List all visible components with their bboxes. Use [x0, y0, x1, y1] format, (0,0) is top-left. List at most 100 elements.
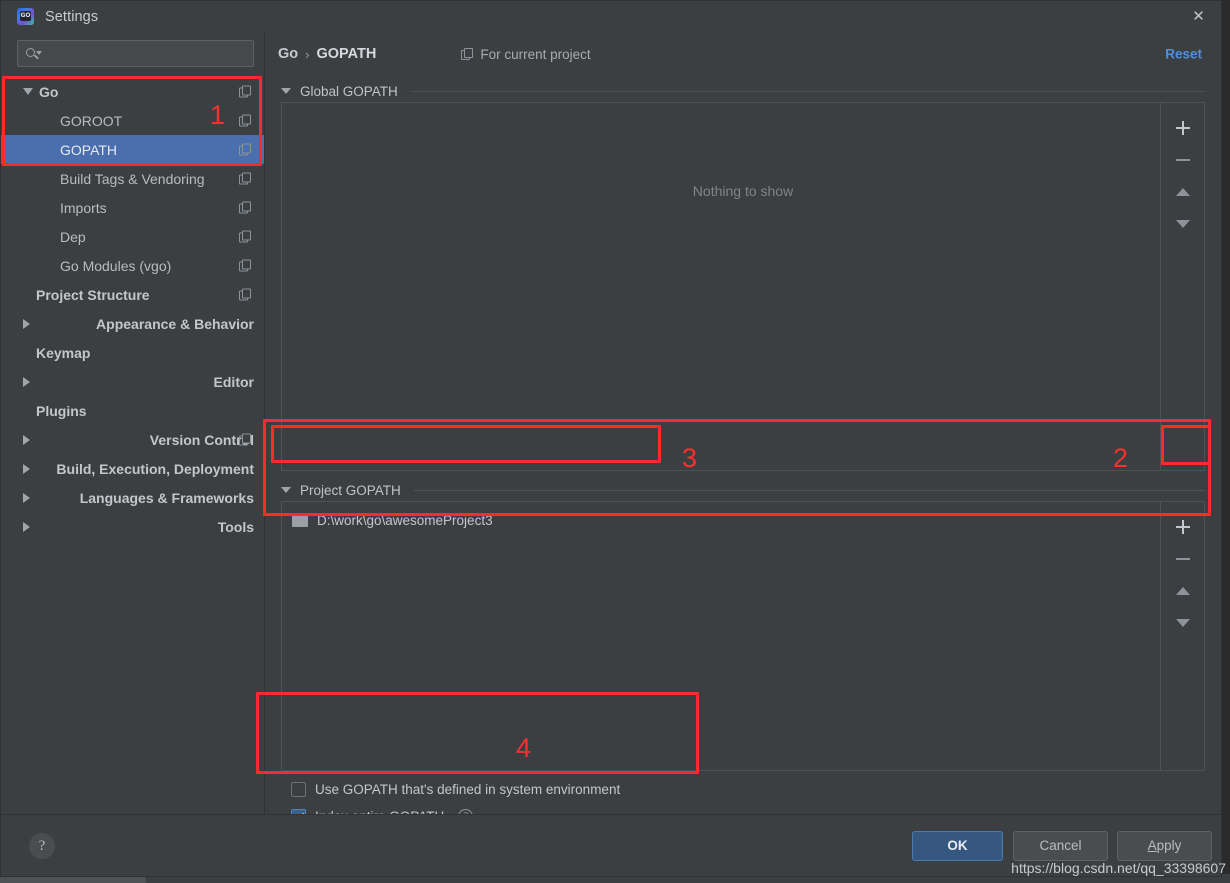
sidebar-item-editor[interactable]: Editor	[1, 367, 264, 396]
copy-icon[interactable]	[239, 143, 252, 156]
sidebar-item-imports[interactable]: Imports	[1, 193, 264, 222]
chevron-down-icon[interactable]	[23, 88, 33, 95]
goland-icon: GO	[17, 8, 34, 25]
sidebar-item-label: Keymap	[36, 344, 91, 361]
chevron-down-icon[interactable]	[281, 487, 291, 493]
sidebar-item-languages-frameworks[interactable]: Languages & Frameworks	[1, 483, 264, 512]
sidebar-item-label: Plugins	[36, 402, 87, 419]
chevron-right-icon[interactable]	[23, 521, 212, 532]
chevron-right-icon[interactable]	[23, 318, 91, 329]
scope-label: For current project	[480, 46, 591, 62]
add-button[interactable]	[1168, 112, 1198, 144]
chevron-right-icon[interactable]	[23, 492, 74, 503]
breadcrumb: Go › GOPATH For current project Reset	[265, 32, 1221, 76]
project-gopath-toolbar	[1160, 502, 1204, 770]
project-gopath-list[interactable]: D:\work\go\awesomeProject3	[281, 501, 1205, 771]
minus-icon	[1175, 557, 1190, 561]
sidebar-item-appearance-behavior[interactable]: Appearance & Behavior	[1, 309, 264, 338]
sidebar-item-keymap[interactable]: Keymap	[1, 338, 264, 367]
watermark: https://blog.csdn.net/qq_33398607	[1011, 860, 1226, 876]
dialog-titlebar: GO Settings ✕	[1, 1, 1221, 32]
settings-content: Go › GOPATH For current project Reset Gl…	[265, 32, 1221, 873]
gopath-entry-path: D:\work\go\awesomeProject3	[317, 512, 493, 528]
breadcrumb-separator: ›	[305, 46, 310, 62]
sidebar-item-label: GOPATH	[60, 141, 118, 158]
copy-icon[interactable]	[239, 433, 252, 446]
sidebar-item-label: Project Structure	[36, 286, 150, 303]
chevron-down-icon[interactable]	[281, 88, 291, 94]
copy-icon[interactable]	[239, 230, 252, 243]
move-down-button[interactable]	[1168, 208, 1198, 240]
ok-button[interactable]: OK	[912, 830, 1003, 861]
sidebar-item-plugins[interactable]: Plugins	[1, 396, 264, 425]
scope-indicator: For current project	[461, 46, 591, 62]
breadcrumb-current: GOPATH	[316, 46, 377, 62]
copy-icon[interactable]	[239, 201, 252, 214]
search-icon	[24, 46, 42, 62]
sidebar-item-go-modules-vgo[interactable]: Go Modules (vgo)	[1, 251, 264, 280]
sidebar-item-build-execution-deployment[interactable]: Build, Execution, Deployment	[1, 454, 264, 483]
sidebar-item-label: Appearance & Behavior	[96, 315, 254, 332]
list-item[interactable]: D:\work\go\awesomeProject3	[282, 507, 1204, 533]
chevron-right-icon[interactable]	[23, 463, 51, 474]
settings-sidebar: Go GOROOT GOPATH Build Tags & Vendoring Impo…	[1, 32, 265, 814]
copy-icon	[461, 47, 474, 61]
chevron-right-icon[interactable]	[23, 434, 144, 445]
cancel-button[interactable]: Cancel	[1013, 830, 1108, 861]
plus-icon	[1175, 121, 1190, 135]
sidebar-item-label: Go	[39, 83, 59, 100]
sidebar-item-label: Editor	[213, 373, 254, 390]
project-gopath-header[interactable]: Project GOPATH	[281, 479, 1205, 501]
sidebar-item-version-control[interactable]: Version Control	[1, 425, 264, 454]
annotation-number-4: 4	[516, 733, 532, 763]
sidebar-item-project-structure[interactable]: Project Structure	[1, 280, 264, 309]
sidebar-item-label: Tools	[217, 518, 254, 535]
add-button[interactable]	[1168, 511, 1198, 543]
chevron-right-icon[interactable]	[23, 376, 208, 387]
close-icon[interactable]: ✕	[1176, 1, 1221, 32]
reset-link[interactable]: Reset	[1165, 47, 1202, 62]
use-system-gopath-checkbox[interactable]	[291, 782, 306, 797]
sidebar-item-gopath[interactable]: GOPATH	[1, 135, 264, 164]
minus-icon	[1175, 158, 1190, 162]
arrow-up-icon	[1175, 587, 1190, 595]
search-box[interactable]	[17, 40, 254, 67]
divider	[413, 489, 1205, 491]
use-system-gopath-row[interactable]: Use GOPATH that's defined in system envi…	[291, 776, 620, 803]
divider	[410, 90, 1205, 92]
global-gopath-title: Global GOPATH	[300, 83, 398, 99]
apply-button[interactable]: Apply	[1117, 830, 1212, 861]
remove-button[interactable]	[1168, 543, 1198, 575]
global-gopath-list[interactable]: Nothing to show	[281, 102, 1205, 471]
copy-icon[interactable]	[239, 288, 252, 301]
remove-button[interactable]	[1168, 144, 1198, 176]
copy-icon[interactable]	[239, 259, 252, 272]
dialog-body: Go GOROOT GOPATH Build Tags & Vendoring Impo…	[1, 32, 1221, 873]
global-gopath-header[interactable]: Global GOPATH	[281, 80, 1205, 102]
search-input[interactable]	[42, 46, 247, 61]
sidebar-item-build-tags-vendoring[interactable]: Build Tags & Vendoring	[1, 164, 264, 193]
sidebar-item-tools[interactable]: Tools	[1, 512, 264, 541]
dialog-title: Settings	[45, 8, 99, 25]
help-button[interactable]: ?	[29, 832, 55, 859]
copy-icon[interactable]	[239, 114, 252, 127]
arrow-up-icon	[1175, 188, 1190, 196]
arrow-down-icon	[1175, 220, 1190, 228]
sidebar-item-label: Build Tags & Vendoring	[60, 170, 205, 187]
copy-icon[interactable]	[239, 85, 252, 98]
breadcrumb-root[interactable]: Go	[278, 46, 298, 62]
project-gopath-title: Project GOPATH	[300, 482, 401, 498]
folder-icon	[292, 513, 308, 527]
global-gopath-toolbar	[1160, 103, 1204, 470]
move-up-button[interactable]	[1168, 575, 1198, 607]
copy-icon[interactable]	[239, 172, 252, 185]
sidebar-item-label: Languages & Frameworks	[79, 489, 254, 506]
empty-state-text: Nothing to show	[692, 183, 794, 199]
move-up-button[interactable]	[1168, 176, 1198, 208]
sidebar-item-dep[interactable]: Dep	[1, 222, 264, 251]
sidebar-item-label: Build, Execution, Deployment	[56, 460, 254, 477]
use-system-gopath-label: Use GOPATH that's defined in system envi…	[315, 782, 621, 797]
annotation-number-3: 3	[682, 443, 698, 473]
search-container	[1, 32, 264, 76]
move-down-button[interactable]	[1168, 607, 1198, 639]
